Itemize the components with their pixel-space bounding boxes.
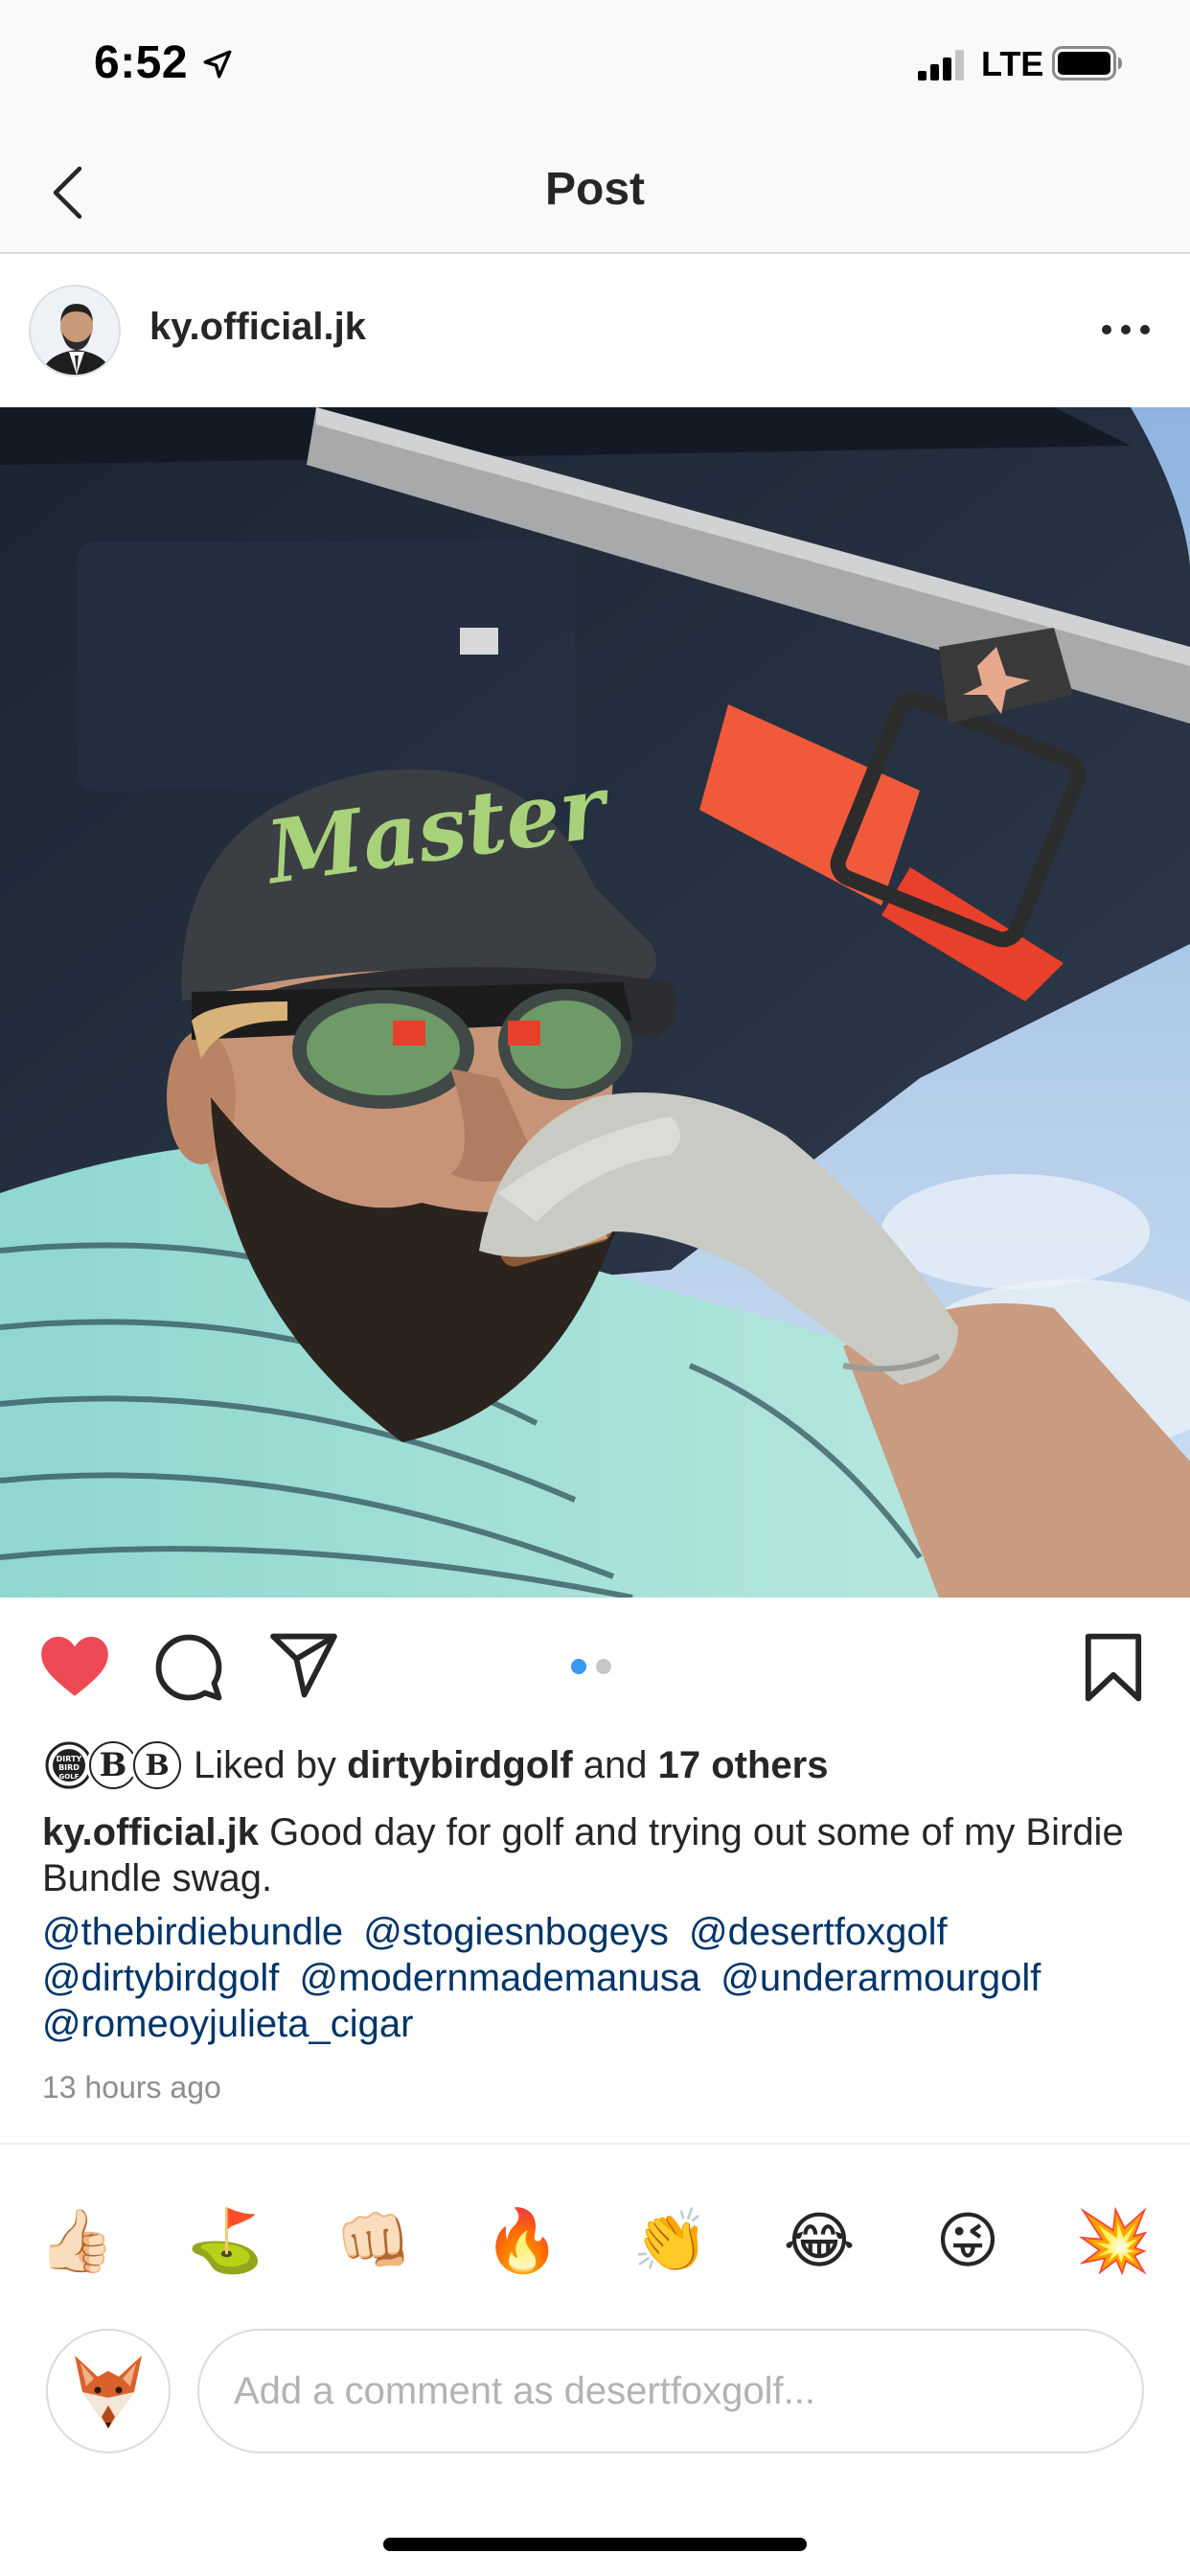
share-icon[interactable] [268,1632,339,1699]
heart-icon[interactable] [38,1632,111,1699]
reaction-fist-bump[interactable]: 👊🏻 [335,2202,412,2279]
reaction-winking-tongue[interactable]: 😜 [929,2202,1006,2279]
divider [0,2143,1190,2145]
carousel-dot-active [571,1659,586,1674]
liker-avatars: DIRTY BIRD GOLF B B [42,1738,186,1792]
mention-link[interactable]: @underarmourgolf [721,1957,1041,1999]
carousel-indicator [571,1659,611,1674]
likes-user[interactable]: dirtybirdgolf [347,1744,573,1786]
reaction-thumbs-up[interactable]: 👍🏻 [38,2202,115,2279]
svg-text:GOLF: GOLF [59,1773,80,1781]
mention-link[interactable]: @stogiesnbogeys [363,1911,669,1953]
network-type: LTE [981,44,1044,83]
page-title: Post [544,164,645,215]
post-header: ky.official.jk [0,256,1190,407]
more-options-button[interactable] [1102,315,1150,344]
post-timestamp: 13 hours ago [42,2070,221,2104]
likes-middle: and [572,1743,658,1786]
liker-avatar: B [130,1738,184,1792]
reaction-laughing[interactable]: 😂 [781,2202,858,2279]
author-avatar[interactable] [29,285,121,377]
location-arrow-icon [203,50,232,79]
svg-text:DIRTY: DIRTY [57,1755,82,1763]
likes-text: Liked by dirtybirdgolf and 17 others [194,1744,828,1787]
likes-summary[interactable]: DIRTY BIRD GOLF B B Liked by dirtybirdgo… [42,1736,828,1794]
reaction-clapping[interactable]: 👏 [632,2202,709,2279]
nav-bar: Post [0,134,1190,254]
svg-text:BIRD: BIRD [58,1763,80,1772]
liker-avatar-mark: B [133,1741,181,1789]
likes-others[interactable]: 17 others [658,1744,829,1786]
caption: ky.official.jk Good day for golf and try… [42,1809,1154,1901]
mention-link[interactable]: @desertfoxgolf [689,1911,948,1953]
caption-mentions: @thebirdiebundle @stogiesnbogeys @desert… [42,1909,1163,2047]
post-image-graphic: Master [0,407,1190,1598]
mention-link[interactable]: @romeoyjulieta_cigar [42,2003,413,2045]
home-indicator[interactable] [383,2538,807,2551]
mention-link[interactable]: @dirtybirdgolf [42,1957,279,1999]
commenter-avatar[interactable] [46,2329,171,2453]
status-time: 6:52 [94,37,189,88]
caption-username[interactable]: ky.official.jk [42,1811,259,1853]
more-icon-dot [1140,325,1150,334]
author-username[interactable]: ky.official.jk [149,306,366,349]
more-icon-dot [1121,325,1131,334]
bookmark-icon[interactable] [1083,1632,1144,1703]
comment-input[interactable] [197,2329,1144,2453]
mention-link[interactable]: @modernmademanusa [300,1957,701,1999]
battery-icon [1052,46,1122,80]
reaction-collision[interactable]: 💥 [1075,2202,1152,2279]
carousel-dot [596,1659,611,1674]
signal-icon [918,50,964,80]
mention-link[interactable]: @thebirdiebundle [42,1911,343,1953]
comment-icon[interactable] [153,1632,224,1703]
reaction-golf-flag[interactable]: ⛳ [187,2202,263,2279]
post-image[interactable]: Master [0,407,1190,1598]
reaction-fire[interactable]: 🔥 [484,2202,561,2279]
avatar-image [31,287,119,375]
fox-icon [75,2356,142,2428]
more-icon [1102,325,1111,334]
status-bar: 6:52 LTE [0,0,1190,134]
quick-reactions: 👍🏻 ⛳ 👊🏻 🔥 👏 😂 😜 💥 [0,2193,1190,2288]
likes-prefix: Liked by [194,1743,348,1786]
